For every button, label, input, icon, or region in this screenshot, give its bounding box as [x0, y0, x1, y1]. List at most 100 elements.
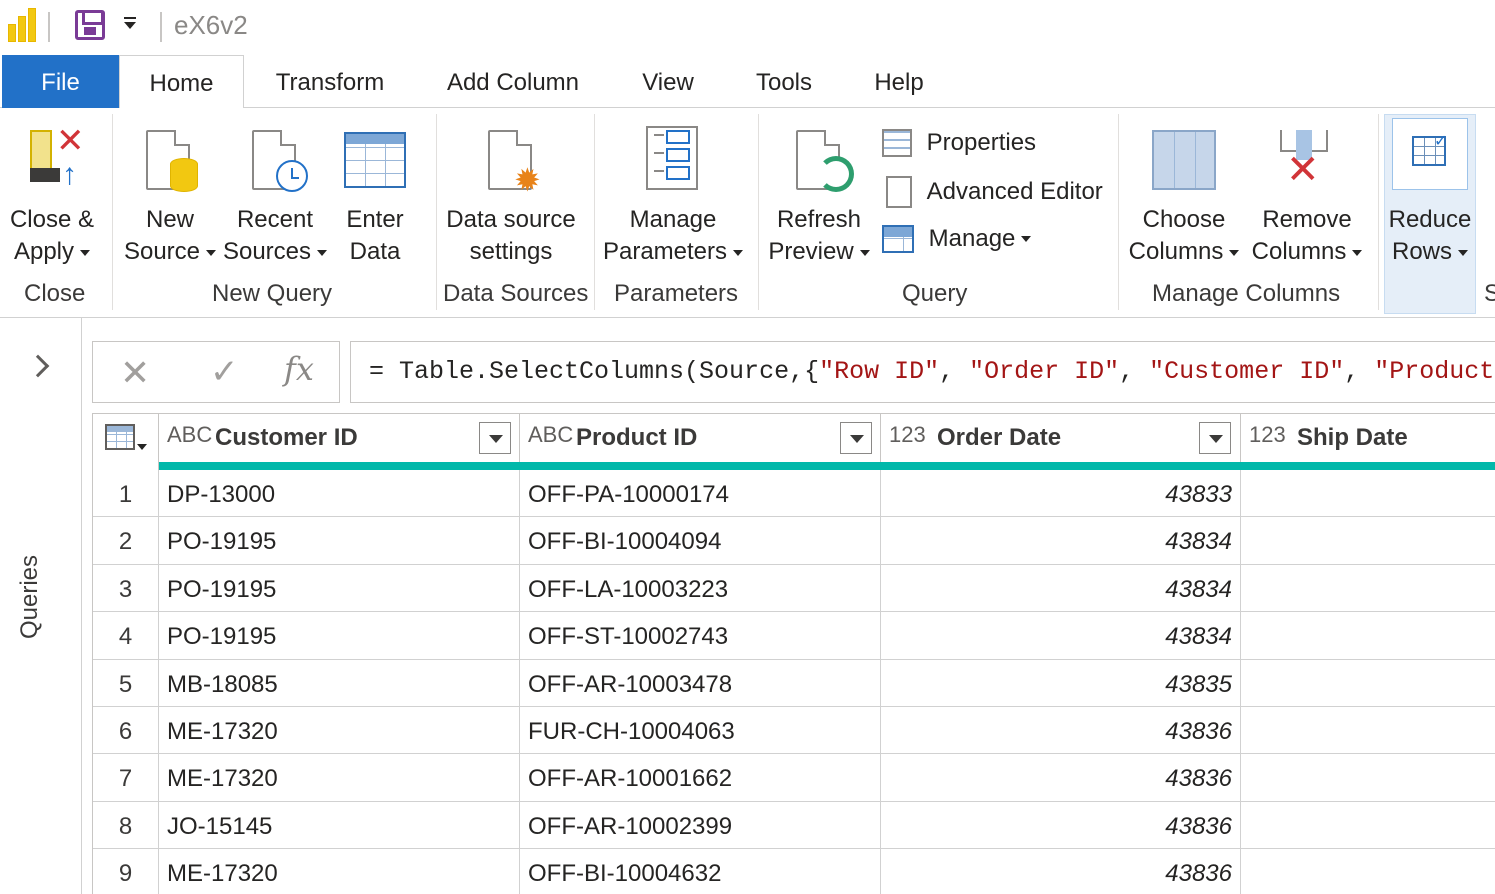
chevron-right-icon[interactable]: [26, 354, 50, 378]
cell-product-id[interactable]: OFF-AR-10001662: [520, 754, 881, 802]
cell-ship-date[interactable]: [1241, 802, 1495, 849]
cell-customer-id[interactable]: MB-18085: [159, 659, 520, 707]
tab-add-column[interactable]: Add Column: [432, 55, 594, 108]
row-index[interactable]: 4: [93, 612, 159, 660]
row-index[interactable]: 2: [93, 517, 159, 565]
cell-customer-id[interactable]: PO-19195: [159, 517, 520, 565]
cell-order-date[interactable]: 43836: [881, 849, 1241, 894]
chevron-down-icon: [733, 249, 744, 256]
column-name: Customer ID: [215, 424, 358, 451]
cell-product-id[interactable]: OFF-AR-10003478: [520, 659, 881, 707]
data-source-settings-icon: ✹: [442, 124, 580, 204]
cell-ship-date[interactable]: [1241, 660, 1495, 707]
queries-pane: Queries: [0, 318, 82, 894]
table-row: 8 JO-15145 OFF-AR-10002399 43836: [93, 801, 1495, 850]
formula-input[interactable]: = Table.SelectColumns(Source,{"Row ID", …: [350, 341, 1495, 403]
enter-data-button[interactable]: Enter Data: [334, 124, 416, 272]
cell-order-date[interactable]: 43836: [881, 754, 1241, 802]
cell-ship-date[interactable]: [1241, 754, 1495, 801]
cell-customer-id[interactable]: ME-17320: [159, 754, 520, 802]
manage-button[interactable]: Manage: [882, 224, 1032, 253]
close-apply-icon: ✕ ↑: [4, 124, 100, 204]
tab-transform[interactable]: Transform: [262, 55, 398, 108]
properties-button[interactable]: Properties: [882, 128, 1036, 157]
group-separator: [1118, 114, 1119, 310]
cell-order-date[interactable]: 43834: [881, 564, 1241, 612]
choose-columns-button[interactable]: Choose Columns: [1124, 124, 1244, 272]
cell-order-date[interactable]: 43834: [881, 517, 1241, 565]
cell-product-id[interactable]: OFF-BI-10004094: [520, 517, 881, 565]
cell-product-id[interactable]: OFF-LA-10003223: [520, 564, 881, 612]
table-menu-button[interactable]: [93, 414, 159, 462]
cell-customer-id[interactable]: ME-17320: [159, 849, 520, 894]
title-separator: [160, 12, 162, 42]
enter-data-icon: [334, 124, 416, 204]
column-quality-bar: [159, 462, 1495, 470]
tab-help[interactable]: Help: [862, 55, 936, 108]
queries-pane-toggle[interactable]: Queries: [8, 548, 68, 648]
data-grid: ABC Customer ID ABC Product ID 123 Order…: [92, 413, 1495, 894]
data-source-settings-button[interactable]: ✹ Data source settings: [442, 124, 580, 272]
column-header-ship-date[interactable]: 123 Ship Date: [1241, 414, 1495, 462]
cell-product-id[interactable]: OFF-AR-10002399: [520, 801, 881, 849]
column-header-product-id[interactable]: ABC Product ID: [520, 414, 881, 462]
manage-parameters-button[interactable]: Manage Parameters: [600, 124, 746, 272]
cell-order-date[interactable]: 43834: [881, 612, 1241, 660]
cell-ship-date[interactable]: [1241, 707, 1495, 754]
filter-dropdown-icon[interactable]: [840, 422, 872, 454]
cell-ship-date[interactable]: [1241, 517, 1495, 564]
cell-order-date[interactable]: 43836: [881, 801, 1241, 849]
cell-product-id[interactable]: OFF-BI-10004632: [520, 849, 881, 894]
row-index[interactable]: 1: [93, 470, 159, 517]
cell-ship-date[interactable]: [1241, 470, 1495, 517]
cell-customer-id[interactable]: ME-17320: [159, 707, 520, 754]
filter-dropdown-icon[interactable]: [479, 422, 511, 454]
cell-product-id[interactable]: OFF-ST-10002743: [520, 612, 881, 660]
table-row: 4 PO-19195 OFF-ST-10002743 43834: [93, 612, 1495, 660]
formula-comma: ,: [1119, 357, 1150, 386]
reduce-rows-button[interactable]: ✓ Reduce Rows: [1384, 118, 1476, 272]
row-index[interactable]: 8: [93, 801, 159, 849]
tab-tools[interactable]: Tools: [744, 55, 824, 108]
cell-ship-date[interactable]: [1241, 565, 1495, 612]
cell-ship-date[interactable]: [1241, 612, 1495, 659]
row-index[interactable]: 9: [93, 849, 159, 894]
filter-dropdown-icon[interactable]: [1199, 422, 1231, 454]
row-index[interactable]: 5: [93, 659, 159, 707]
table-row: 7 ME-17320 OFF-AR-10001662 43836: [93, 754, 1495, 802]
advanced-editor-button[interactable]: Advanced Editor: [886, 176, 1103, 208]
cell-order-date[interactable]: 43833: [881, 470, 1241, 517]
new-source-button[interactable]: New Source: [120, 124, 220, 272]
column-header-customer-id[interactable]: ABC Customer ID: [159, 414, 520, 462]
row-index[interactable]: 7: [93, 754, 159, 802]
quick-access-dropdown-icon[interactable]: [124, 17, 136, 29]
cell-order-date[interactable]: 43835: [881, 659, 1241, 707]
cell-customer-id[interactable]: DP-13000: [159, 470, 520, 517]
refresh-preview-button[interactable]: Refresh Preview: [764, 124, 874, 272]
row-index[interactable]: 6: [93, 707, 159, 754]
cell-ship-date[interactable]: [1241, 849, 1495, 894]
confirm-icon[interactable]: ✓: [210, 352, 239, 392]
recent-sources-button[interactable]: Recent Sources: [222, 124, 328, 272]
cancel-icon[interactable]: ✕: [120, 352, 150, 394]
tab-home[interactable]: Home: [119, 55, 244, 109]
row-index[interactable]: 3: [93, 564, 159, 612]
cell-customer-id[interactable]: PO-19195: [159, 612, 520, 660]
type-number-icon: 123: [1249, 422, 1286, 447]
formula-string: "Product: [1374, 357, 1495, 386]
remove-columns-label-2: Columns: [1251, 238, 1347, 265]
tab-view[interactable]: View: [628, 55, 708, 108]
cell-product-id[interactable]: OFF-PA-10000174: [520, 470, 881, 517]
fx-icon[interactable]: fx: [284, 350, 314, 388]
close-apply-button[interactable]: ✕ ↑ Close & Apply: [4, 124, 100, 272]
tab-file[interactable]: File: [2, 55, 119, 108]
save-icon[interactable]: [75, 10, 105, 40]
cell-customer-id[interactable]: PO-19195: [159, 564, 520, 612]
cell-customer-id[interactable]: JO-15145: [159, 801, 520, 849]
advanced-editor-label: Advanced Editor: [926, 178, 1103, 205]
cell-order-date[interactable]: 43836: [881, 707, 1241, 754]
remove-columns-button[interactable]: ✕ Remove Columns: [1246, 124, 1368, 272]
table-row: 5 MB-18085 OFF-AR-10003478 43835: [93, 659, 1495, 707]
cell-product-id[interactable]: FUR-CH-10004063: [520, 707, 881, 754]
column-header-order-date[interactable]: 123 Order Date: [881, 414, 1241, 462]
